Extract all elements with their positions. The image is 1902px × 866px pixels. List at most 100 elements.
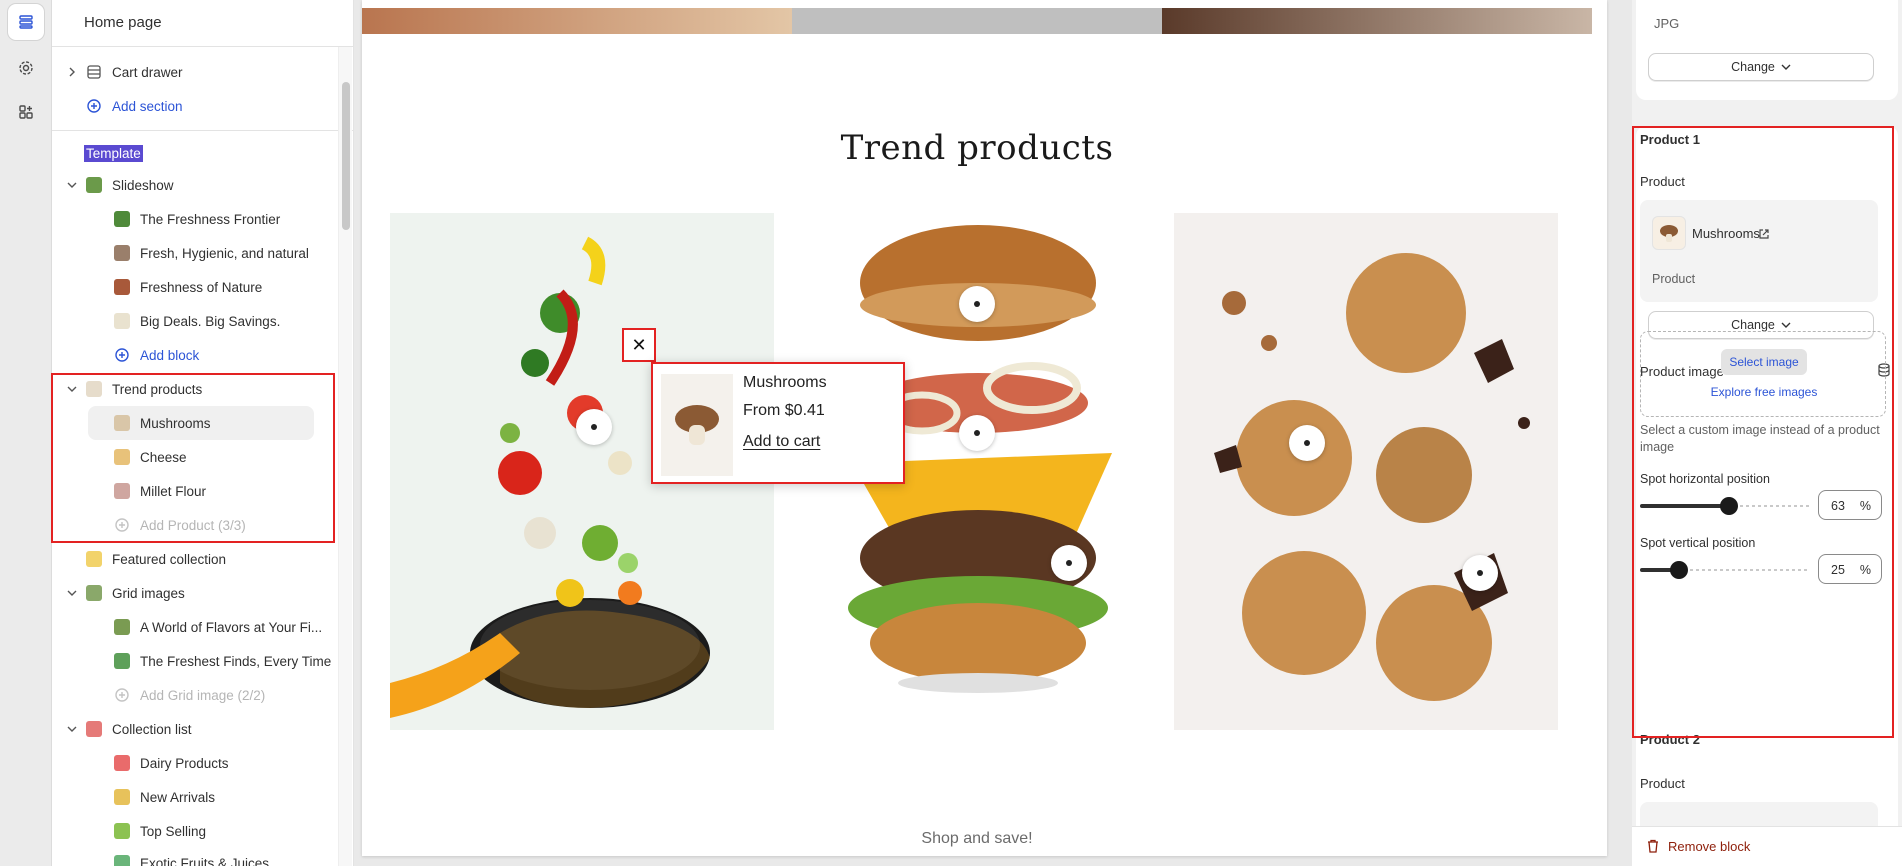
sidebar-subitem[interactable]: New Arrivals: [52, 780, 342, 814]
sidebar-scrollbar[interactable]: [338, 47, 352, 866]
sidebar-subitem[interactable]: Millet Flour: [52, 474, 342, 508]
slider-filled-track: [1640, 504, 1728, 508]
sidebar-subitem[interactable]: Exotic Fruits & Juices: [52, 846, 342, 866]
hotspot-button[interactable]: [1462, 555, 1498, 591]
settings-panel: JPG Change Product 1 Product Mushrooms P…: [1632, 0, 1902, 866]
sidebar-subitem-label: Dairy Products: [140, 755, 229, 771]
sidebar-subitem[interactable]: Dairy Products: [52, 746, 342, 780]
storefront-preview: Trend products ✕ Mushrooms From $0.41 Ad…: [362, 0, 1607, 856]
sidebar-subitem-label: Cheese: [140, 449, 187, 465]
sidebar-subitem[interactable]: The Freshness Frontier: [52, 202, 342, 236]
external-link-icon[interactable]: [1758, 227, 1770, 243]
sections-icon[interactable]: [8, 4, 44, 40]
trend-thumbnail: [86, 381, 102, 397]
apps-icon[interactable]: [8, 94, 44, 130]
sidebar-subitem[interactable]: The Freshest Finds, Every Time: [52, 644, 342, 678]
hotspot-button[interactable]: [959, 286, 995, 322]
product-field-label: Product: [1640, 174, 1685, 189]
add-product-button[interactable]: Add Product (3/3): [52, 508, 342, 542]
hotspot-button[interactable]: [576, 409, 612, 445]
plus-circle-icon: [114, 687, 130, 703]
h-position-slider[interactable]: [1640, 492, 1810, 518]
change-image-button[interactable]: Change: [1648, 53, 1874, 81]
gear-icon[interactable]: [8, 50, 44, 86]
sidebar-subitem-selected[interactable]: Mushrooms: [88, 406, 314, 440]
sidebar-subitem-label: Big Deals. Big Savings.: [140, 313, 281, 329]
chevron-right-icon[interactable]: [66, 66, 78, 78]
product-thumbnail: [661, 374, 733, 476]
block-thumbnail: [114, 415, 130, 431]
selected-product-box[interactable]: Mushrooms Product: [1640, 200, 1878, 302]
trash-icon[interactable]: [1646, 839, 1660, 856]
slider-knob[interactable]: [1670, 561, 1688, 579]
sidebar-subitem[interactable]: Fresh, Hygienic, and natural: [52, 236, 342, 270]
sidebar-item-collection-list[interactable]: Collection list: [52, 712, 342, 746]
product-card-cookies[interactable]: [1174, 213, 1558, 730]
slider-knob[interactable]: [1720, 497, 1738, 515]
chevron-down-icon[interactable]: [66, 383, 78, 395]
image-dropzone[interactable]: Select image Explore free images: [1640, 331, 1886, 417]
shop-and-save-text: Shop and save!: [921, 830, 1033, 847]
page-title: Home page: [52, 0, 353, 47]
product-1-card: Product 1 Product Mushrooms Product Chan…: [1636, 126, 1898, 866]
sidebar-subitem[interactable]: Big Deals. Big Savings.: [52, 304, 342, 338]
hotspot-button[interactable]: [1289, 425, 1325, 461]
block-thumbnail: [114, 619, 130, 635]
sidebar-item-featured-collection[interactable]: Featured collection: [52, 542, 342, 576]
block-thumbnail: [114, 789, 130, 805]
select-image-button[interactable]: Select image: [1721, 349, 1807, 375]
scroll-thumb[interactable]: [342, 82, 350, 230]
sidebar-item-slideshow[interactable]: Slideshow: [52, 168, 342, 202]
product-name: Mushrooms: [743, 374, 827, 391]
product-2-field-label: Product: [1640, 776, 1685, 791]
sidebar-item-grid-images[interactable]: Grid images: [52, 576, 342, 610]
product-name[interactable]: Mushrooms: [1692, 226, 1760, 241]
product-price: From $0.41: [743, 402, 825, 419]
add-section-label: Add section: [112, 98, 183, 114]
sidebar-item-cart-drawer[interactable]: Cart drawer: [52, 55, 342, 89]
sidebar-item-trend-products[interactable]: Trend products: [52, 372, 342, 406]
percent-unit: %: [1859, 499, 1871, 513]
h-position-input[interactable]: 63 %: [1818, 490, 1882, 520]
product-popup: Mushrooms From $0.41 Add to cart: [651, 362, 905, 484]
add-to-cart-link[interactable]: Add to cart: [743, 433, 820, 451]
chevron-down-icon: [1781, 318, 1791, 332]
close-popup-button[interactable]: ✕: [622, 328, 656, 362]
grid-thumbnail: [86, 585, 102, 601]
add-product-label: Add Product (3/3): [140, 517, 246, 533]
chevron-down-icon[interactable]: [66, 587, 78, 599]
section-title: Trend products: [840, 128, 1114, 168]
v-position-label: Spot vertical position: [1640, 536, 1756, 550]
sidebar-subitem[interactable]: Freshness of Nature: [52, 270, 342, 304]
section-icon: [86, 64, 102, 80]
sidebar-item-label: Cart drawer: [112, 64, 183, 80]
sidebar-subitem[interactable]: A World of Flavors at Your Fi...: [52, 610, 342, 644]
sidebar-subitem[interactable]: Cheese: [52, 440, 342, 474]
sidebar-subitem-label: The Freshness Frontier: [140, 211, 281, 227]
h-position-value: 63: [1831, 499, 1845, 513]
block-thumbnail: [114, 855, 130, 866]
hotspot-button[interactable]: [959, 415, 995, 451]
collection-thumbnail: [86, 721, 102, 737]
add-block-button[interactable]: Add block: [52, 338, 342, 372]
hotspot-button[interactable]: [1051, 545, 1087, 581]
product-heading: Product 1: [1640, 132, 1700, 147]
h-position-label: Spot horizontal position: [1640, 472, 1770, 486]
sidebar-subitem[interactable]: Top Selling: [52, 814, 342, 848]
sections-sidebar: Home page Cart drawer Add section Templa…: [52, 0, 354, 866]
v-position-input[interactable]: 25 %: [1818, 554, 1882, 584]
sidebar-item-label: Trend products: [112, 381, 203, 397]
product-type-label: Product: [1652, 272, 1696, 286]
block-thumbnail: [114, 313, 130, 329]
product-2-heading: Product 2: [1640, 732, 1700, 747]
add-grid-image-button[interactable]: Add Grid image (2/2): [52, 678, 342, 712]
chevron-down-icon[interactable]: [66, 723, 78, 735]
v-position-slider[interactable]: [1640, 556, 1810, 582]
remove-block-button[interactable]: Remove block: [1668, 839, 1750, 854]
slideshow-thumbnail: [86, 177, 102, 193]
chevron-down-icon[interactable]: [66, 179, 78, 191]
explore-free-images-link[interactable]: Explore free images: [1641, 385, 1887, 399]
plus-circle-icon: [114, 347, 130, 363]
sidebar-subitem-label: Freshness of Nature: [140, 279, 263, 295]
add-section-button[interactable]: Add section: [52, 89, 342, 123]
